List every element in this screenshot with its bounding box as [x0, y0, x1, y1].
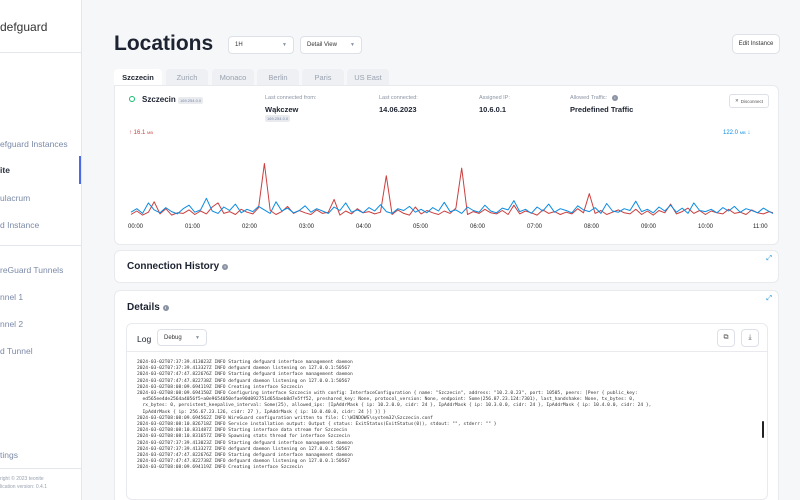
location-name: Szczecin: [142, 95, 176, 104]
details-label: Details: [127, 302, 160, 313]
view-mode-select[interactable]: Detail View ▼: [300, 36, 362, 54]
online-status-icon: [129, 96, 135, 102]
page-title: Locations: [114, 32, 214, 55]
info-icon[interactable]: i: [222, 264, 229, 270]
time-range-value: 1H: [235, 42, 243, 48]
log-level-value: Debug: [164, 334, 182, 341]
x-tick-label: 08:00: [584, 224, 600, 230]
sidebar-item-tunnels-header: reGuard Tunnels: [0, 265, 64, 275]
connection-history-title: Connection History i: [127, 261, 229, 272]
location-card: Szczecin 169.254.0.0 Last connected from…: [114, 85, 779, 245]
x-tick-label: 05:00: [413, 224, 429, 230]
log-content: 2024-03-02T07:37:39.413023Z INFO Startin…: [137, 360, 757, 472]
x-tick-label: 02:00: [242, 224, 258, 230]
last-connected-from-value: Wąkczew: [265, 105, 299, 114]
brand-name: defguard: [0, 20, 48, 34]
download-value: 122.0: [723, 130, 739, 136]
sidebar-item-instances-header: efguard Instances: [0, 139, 68, 149]
copyright-text: right © 2023 teonite: [0, 476, 44, 482]
tab-berlin[interactable]: Berlin: [257, 69, 299, 85]
connection-history-section: Connection History i ⤢: [114, 250, 779, 283]
divider: [0, 468, 81, 469]
x-tick-label: 01:00: [185, 224, 201, 230]
copy-logs-button[interactable]: ⧉: [717, 329, 735, 347]
tab-us-east[interactable]: US East: [347, 69, 389, 85]
log-scrollbar[interactable]: [762, 421, 764, 438]
sidebar-item-settings[interactable]: tings: [0, 450, 18, 460]
allowed-traffic-value: Predefined Traffic: [570, 105, 634, 114]
upload-unit: MB: [147, 130, 154, 135]
allowed-traffic-label: Allowed Traffic:: [570, 95, 608, 101]
tab-zurich[interactable]: Zurich: [166, 69, 208, 85]
x-tick-label: 11:00: [753, 224, 768, 230]
download-logs-button[interactable]: ⤓: [741, 329, 759, 347]
log-label: Log: [137, 334, 152, 344]
tab-szczecin[interactable]: Szczecin: [114, 69, 162, 86]
expand-icon[interactable]: ⤢: [766, 255, 772, 263]
arrow-up-icon: ↑: [129, 130, 132, 136]
sidebar-item-simulacrum[interactable]: ulacrum: [0, 193, 30, 203]
divider: [0, 52, 81, 53]
close-icon: ✕: [734, 98, 739, 103]
log-panel: Log Debug ▼ ⧉ ⤓ 2024-03-02T07:37:39.4130…: [126, 323, 768, 500]
chevron-down-icon: ▼: [195, 334, 200, 341]
sidebar: defguard efguard Instances ite ulacrum d…: [0, 0, 82, 500]
chevron-down-icon: ▼: [282, 42, 287, 48]
x-tick-label: 00:00: [128, 224, 144, 230]
upload-stat: ↑ 16.1 MB: [129, 130, 153, 136]
divider: [0, 245, 81, 246]
copyright: right © 2023 teonite lication version: 0…: [0, 475, 47, 491]
chevron-down-icon: ▼: [350, 42, 355, 48]
sidebar-item-tunnel-2[interactable]: nnel 2: [0, 319, 23, 329]
sidebar-item-tunnel-1[interactable]: nnel 1: [0, 292, 23, 302]
disconnect-button[interactable]: ✕ Disconnect: [729, 94, 769, 108]
download-unit: MB: [739, 130, 746, 135]
connection-history-label: Connection History: [127, 261, 220, 272]
sidebar-item-teonite[interactable]: ite: [0, 165, 10, 175]
x-tick-label: 04:00: [356, 224, 372, 230]
x-tick-label: 06:00: [470, 224, 486, 230]
assigned-ip-value: 10.6.0.1: [479, 105, 507, 114]
view-mode-value: Detail View: [307, 42, 337, 48]
time-range-select[interactable]: 1H ▼: [228, 36, 294, 54]
sidebar-item-add-instance[interactable]: d Instance: [0, 220, 39, 230]
x-tick-label: 03:00: [299, 224, 315, 230]
upload-series-line: [130, 163, 773, 216]
traffic-chart: [130, 163, 773, 216]
sidebar-item-add-tunnel[interactable]: d Tunnel: [0, 346, 33, 356]
log-level-select[interactable]: Debug ▼: [157, 329, 207, 346]
edit-instance-button[interactable]: Edit Instance: [732, 34, 780, 54]
version-text: lication version: 0.4.1: [0, 484, 47, 490]
x-tick-label: 09:00: [641, 224, 657, 230]
last-connected-from-ip: 169.254.0.0: [265, 115, 291, 122]
expand-icon[interactable]: ⤢: [766, 295, 772, 303]
upload-value: 16.1: [133, 130, 146, 136]
log-line: 2024-03-02T08:08:09.694119Z INFO Creatin…: [137, 465, 303, 471]
details-title: Details i: [127, 302, 169, 313]
download-icon: ⤓: [748, 334, 752, 341]
info-icon[interactable]: i: [612, 95, 618, 101]
active-indicator: [79, 156, 81, 184]
log-header: Log Debug ▼ ⧉ ⤓: [127, 324, 767, 352]
last-connected-label: Last connected:: [379, 95, 418, 101]
tab-paris[interactable]: Paris: [302, 69, 344, 85]
last-connected-value: 14.06.2023: [379, 105, 417, 114]
last-connected-from-label: Last connected from:: [265, 95, 317, 101]
disconnect-label: Disconnect: [740, 98, 764, 104]
x-tick-label: 07:00: [527, 224, 543, 230]
x-tick-label: 10:00: [698, 224, 714, 230]
info-icon[interactable]: i: [162, 305, 169, 311]
arrow-down-icon: ↓: [747, 130, 751, 136]
tab-monaco[interactable]: Monaco: [212, 69, 254, 85]
download-stat: 122.0 MB ↓: [723, 130, 750, 136]
location-ip-badge: 169.254.0.0: [178, 97, 204, 104]
assigned-ip-label: Assigned IP:: [479, 95, 510, 101]
copy-icon: ⧉: [723, 334, 729, 341]
